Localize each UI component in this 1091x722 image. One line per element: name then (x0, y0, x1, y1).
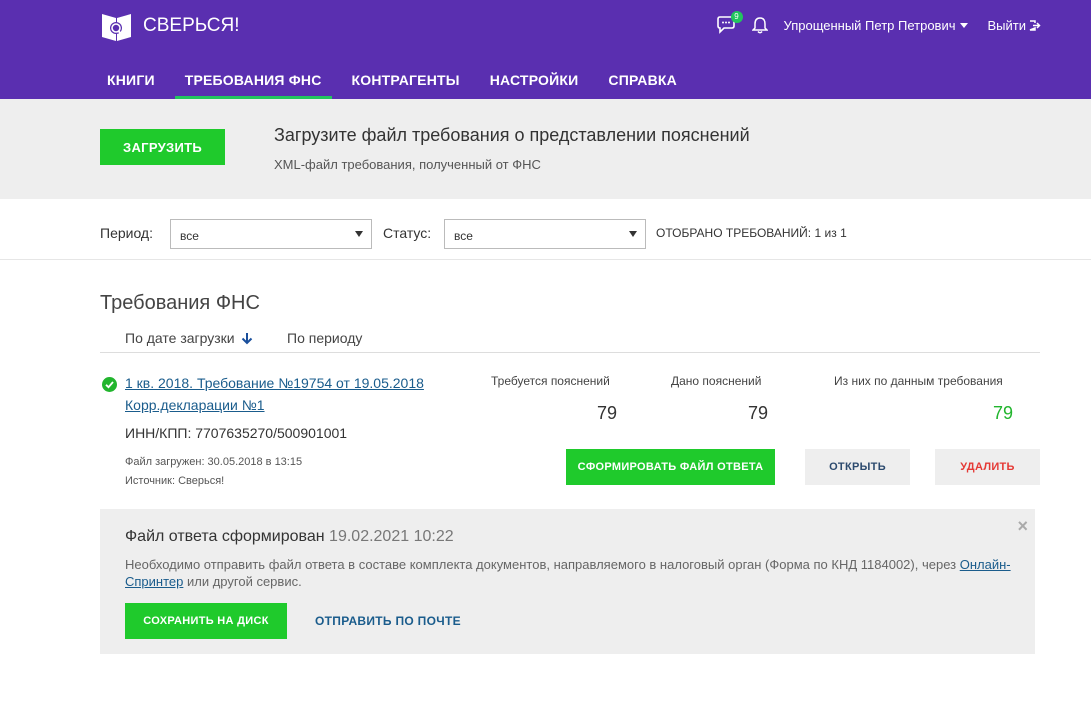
header-actions: 9 Упрощенный Петр Петрович Выйти (716, 11, 1042, 34)
chevron-down-icon (629, 231, 637, 237)
nav-tab-fns-requirements[interactable]: ТРЕБОВАНИЯ ФНС (174, 62, 332, 99)
sort-by-period[interactable]: По периоду (287, 330, 362, 346)
nav-tab-settings[interactable]: НАСТРОЙКИ (480, 62, 589, 99)
stat-given-label: Дано пояснений (671, 374, 762, 388)
logout-icon (1029, 19, 1041, 31)
notice-title-text: Файл ответа сформирован (125, 528, 325, 545)
bell-icon[interactable] (751, 16, 768, 34)
logo-icon[interactable] (100, 10, 133, 43)
response-notice: Файл ответа сформирован 19.02.2021 10:22… (100, 509, 1035, 654)
check-circle-icon (102, 377, 117, 392)
main-nav: КНИГИ ТРЕБОВАНИЯ ФНС КОНТРАГЕНТЫ НАСТРОЙ… (97, 62, 697, 99)
send-by-mail-link[interactable]: ОТПРАВИТЬ ПО ПОЧТЕ (315, 614, 461, 628)
upload-button[interactable]: ЗАГРУЗИТЬ (100, 129, 225, 165)
sort-by-date-label: По дате загрузки (125, 330, 235, 346)
period-select[interactable]: все (170, 219, 372, 249)
upload-subtitle: XML-файл требования, полученный от ФНС (274, 157, 541, 172)
requirement-link[interactable]: 1 кв. 2018. Требование №19754 от 19.05.2… (125, 375, 424, 391)
source: Источник: Сверься! (125, 475, 225, 487)
status-label: Статус: (383, 225, 432, 241)
notice-text-before: Необходимо отправить файл ответа в соста… (125, 557, 957, 572)
status-select-value: все (454, 229, 473, 243)
filters-bar: Период: все Статус: все ОТОБРАНО ТРЕБОВА… (0, 199, 1091, 260)
status-select[interactable]: все (444, 219, 646, 249)
count-value: 1 (814, 226, 822, 240)
top-bar: СВЕРЬСЯ! 9 Упрощенный Петр Петрович Выйт… (0, 0, 1091, 99)
notice-text: Необходимо отправить файл ответа в соста… (125, 556, 1015, 590)
chat-badge: 9 (730, 11, 743, 23)
save-to-disk-button[interactable]: СОХРАНИТЬ НА ДИСК (125, 603, 287, 639)
close-icon[interactable]: × (1017, 516, 1028, 537)
logo-text[interactable]: СВЕРЬСЯ! (143, 15, 240, 37)
chevron-down-icon (959, 22, 968, 28)
requirement-correction-link[interactable]: Корр.декларации №1 (125, 397, 265, 413)
section-title: Требования ФНС (100, 292, 260, 314)
sort-bar: По дате загрузки По периоду (100, 330, 1040, 353)
stat-required-label: Требуется пояснений (491, 374, 610, 388)
nav-tab-books[interactable]: КНИГИ (97, 62, 165, 99)
period-select-value: все (180, 229, 199, 243)
upload-panel: ЗАГРУЗИТЬ Загрузите файл требования о пр… (0, 99, 1091, 199)
stat-given-value: 79 (747, 403, 768, 423)
arrow-down-icon (241, 332, 252, 344)
upload-date: Файл загружен: 30.05.2018 в 13:15 (125, 456, 303, 468)
logout-label: Выйти (987, 17, 1027, 33)
nav-tab-help[interactable]: СПРАВКА (598, 62, 687, 99)
upload-title: Загрузите файл требования о представлени… (274, 125, 750, 145)
delete-button[interactable]: УДАЛИТЬ (935, 449, 1040, 485)
stat-by-data-value: 79 (992, 403, 1013, 423)
selected-count: ОТОБРАНО ТРЕБОВАНИЙ: 1 из 1 (656, 226, 847, 240)
count-of: из (824, 226, 837, 240)
open-button[interactable]: ОТКРЫТЬ (805, 449, 910, 485)
count-text: ОТОБРАНО ТРЕБОВАНИЙ: (656, 226, 812, 240)
inn-kpp: ИНН/КПП: 7707635270/500901001 (125, 425, 348, 441)
sort-by-date[interactable]: По дате загрузки (125, 330, 253, 346)
chevron-down-icon (355, 231, 363, 237)
period-label: Период: (100, 225, 153, 241)
count-total: 1 (840, 226, 847, 240)
logout-button[interactable]: Выйти (988, 18, 1042, 33)
stat-required-value: 79 (596, 403, 617, 423)
notice-text-after: или другой сервис. (187, 574, 302, 589)
form-response-button[interactable]: СФОРМИРОВАТЬ ФАЙЛ ОТВЕТА (566, 449, 775, 485)
stat-by-data-label: Из них по данным требования (834, 374, 1003, 388)
nav-tab-counterparties[interactable]: КОНТРАГЕНТЫ (342, 62, 470, 99)
notice-timestamp: 19.02.2021 10:22 (329, 528, 454, 545)
chat-icon[interactable]: 9 (716, 11, 743, 34)
user-menu[interactable]: Упрощенный Петр Петрович (784, 18, 968, 33)
user-name: Упрощенный Петр Петрович (783, 17, 956, 33)
notice-title: Файл ответа сформирован 19.02.2021 10:22 (125, 528, 454, 546)
